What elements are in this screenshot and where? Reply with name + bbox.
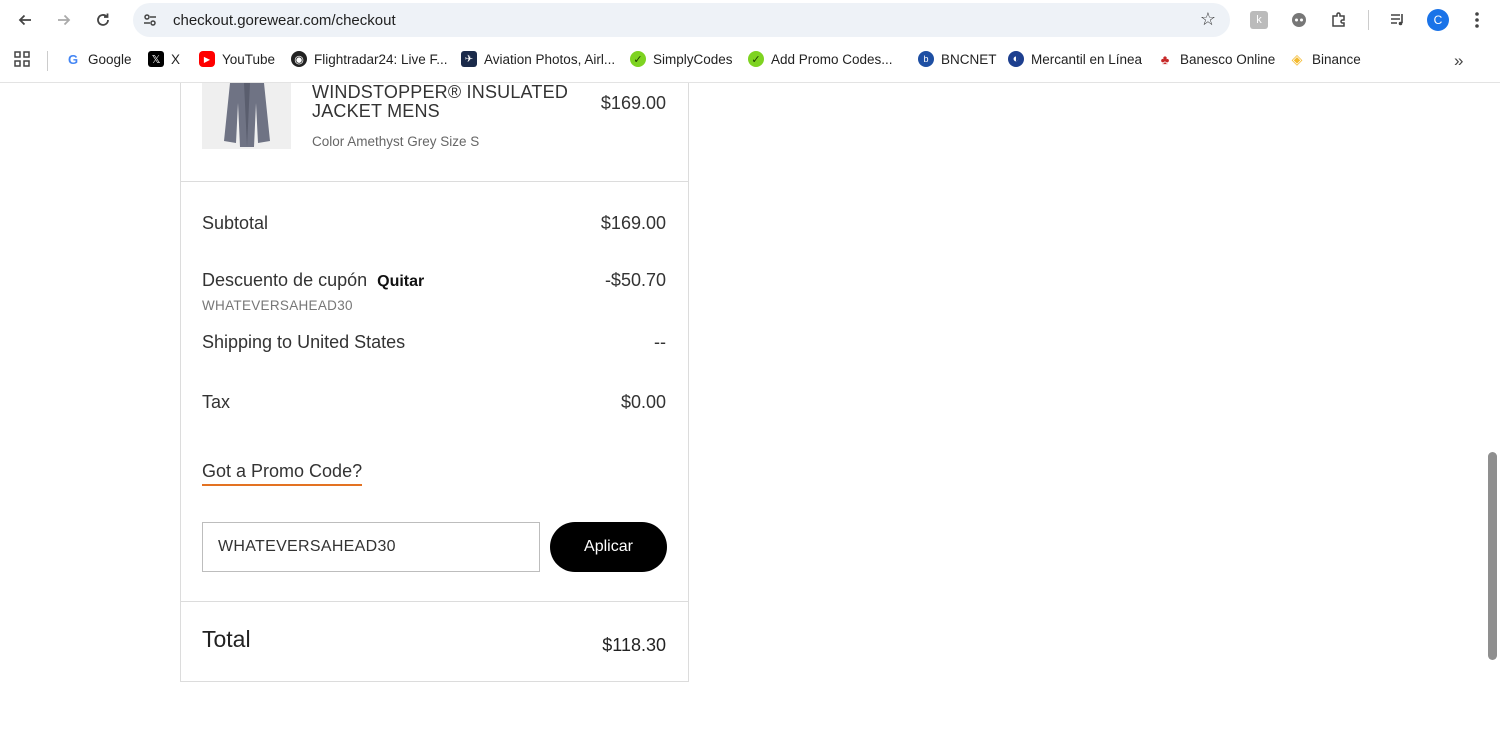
flightradar-icon: ◉ — [291, 51, 307, 67]
product-name[interactable]: WINDSTOPPER® INSULATED JACKET MENS — [312, 83, 582, 121]
bookmark-x[interactable]: 𝕏 X — [148, 51, 180, 67]
divider — [181, 601, 688, 602]
order-summary-panel: WINDSTOPPER® INSULATED JACKET MENS $169.… — [180, 83, 689, 682]
bookmark-mercantil[interactable]: ◐ Mercantil en Línea — [1008, 51, 1142, 67]
google-icon: G — [65, 51, 81, 67]
bookmark-flightradar[interactable]: ◉ Flightradar24: Live F... — [291, 51, 448, 67]
tax-label: Tax — [202, 392, 231, 412]
menu-kebab-icon[interactable] — [1467, 10, 1487, 30]
bookmark-binance[interactable]: ◈ Binance — [1289, 51, 1361, 67]
extensions-puzzle-icon[interactable] — [1329, 10, 1349, 30]
site-settings-icon[interactable] — [141, 11, 159, 29]
total-value: $118.30 — [602, 635, 666, 655]
reload-icon[interactable] — [91, 8, 115, 32]
product-image — [202, 83, 291, 149]
bookmark-bncnet[interactable]: b BNCNET — [918, 51, 997, 67]
url-text[interactable]: checkout.gorewear.com/checkout — [173, 12, 396, 29]
browser-toolbar: checkout.gorewear.com/checkout ☆ k C — [0, 0, 1500, 40]
coupon-discount-value: -$50.70 — [604, 270, 666, 290]
bookmark-google[interactable]: G Google — [65, 51, 132, 67]
bookmark-banesco[interactable]: ♣ Banesco Online — [1157, 51, 1275, 67]
applied-coupon-code: WHATEVERSAHEAD30 — [202, 298, 353, 313]
address-bar[interactable]: checkout.gorewear.com/checkout ☆ — [133, 3, 1230, 37]
binance-icon: ◈ — [1289, 51, 1305, 67]
simplycodes-icon: ✓ — [748, 51, 764, 67]
promo-code-input[interactable] — [202, 522, 540, 572]
bookmark-youtube[interactable]: ▶ YouTube — [199, 51, 275, 67]
media-control-icon[interactable] — [1388, 10, 1408, 30]
total-label: Total — [202, 626, 251, 652]
promo-code-toggle-link[interactable]: Got a Promo Code? — [202, 461, 363, 486]
bookmarks-bar: G Google 𝕏 X ▶ YouTube ◉ Flightradar24: … — [0, 40, 1500, 83]
shipping-value: -- — [654, 332, 666, 352]
extension-icon[interactable] — [1289, 10, 1309, 30]
subtotal-value: $169.00 — [600, 213, 666, 233]
simplycodes-icon: ✓ — [630, 51, 646, 67]
bookmark-star-icon[interactable]: ☆ — [1200, 9, 1216, 30]
remove-coupon-link[interactable]: Quitar — [377, 273, 424, 290]
apps-grid-icon[interactable] — [14, 51, 30, 67]
tax-value: $0.00 — [620, 392, 666, 412]
bookmark-add-promo-codes[interactable]: ✓ Add Promo Codes... — [748, 51, 893, 67]
product-price: $169.00 — [600, 93, 666, 113]
bookmark-simplycodes[interactable]: ✓ SimplyCodes — [630, 51, 733, 67]
more-bookmarks-chevron-icon[interactable]: » — [1454, 51, 1463, 71]
mercantil-icon: ◐ — [1008, 51, 1024, 67]
banesco-icon: ♣ — [1157, 51, 1173, 67]
product-attributes: Color Amethyst Grey Size S — [312, 134, 480, 149]
forward-arrow-icon[interactable] — [52, 8, 76, 32]
bookmark-aviation-photos[interactable]: ✈ Aviation Photos, Airl... — [461, 51, 615, 67]
coupon-discount-label: Descuento de cupón — [202, 270, 368, 290]
back-arrow-icon[interactable] — [13, 8, 37, 32]
extension-icon[interactable]: k — [1249, 10, 1269, 30]
page-scrollbar[interactable] — [1488, 452, 1497, 660]
coupon-discount-row: Descuento de cupón Quitar — [202, 270, 424, 291]
bncnet-icon: b — [918, 51, 934, 67]
subtotal-label: Subtotal — [202, 213, 269, 233]
profile-avatar[interactable]: C — [1427, 9, 1449, 31]
youtube-icon: ▶ — [199, 51, 215, 67]
divider — [181, 181, 688, 182]
shipping-label: Shipping to United States — [202, 332, 406, 352]
x-icon: 𝕏 — [148, 51, 164, 67]
aviation-icon: ✈ — [461, 51, 477, 67]
apply-promo-button[interactable]: Aplicar — [550, 522, 667, 572]
